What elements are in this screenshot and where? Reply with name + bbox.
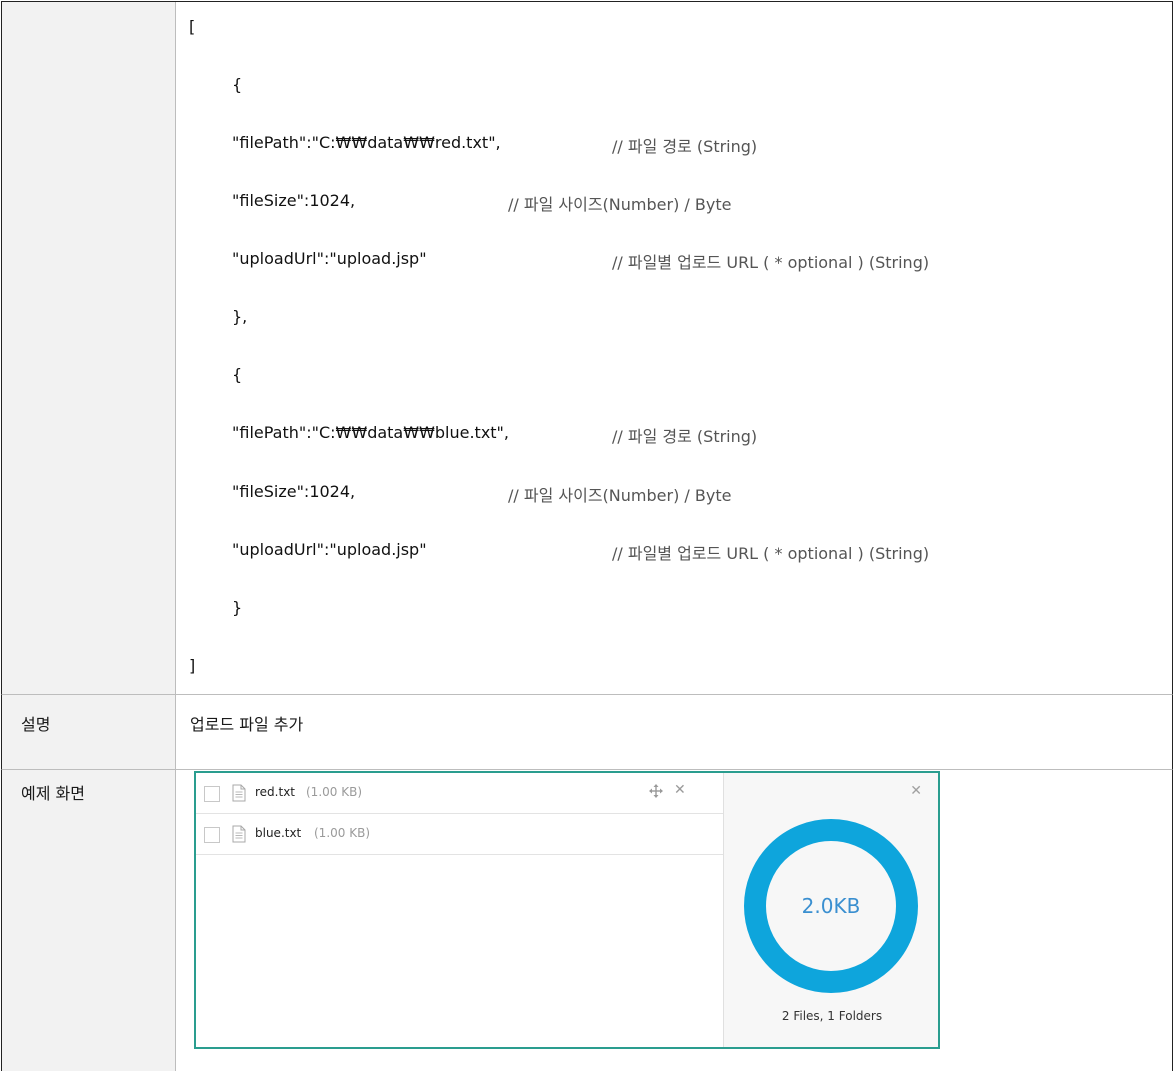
code-line: } [232, 598, 243, 617]
description-text: 업로드 파일 추가 [190, 715, 304, 734]
code-line: { [232, 75, 243, 94]
code-line: }, [232, 307, 248, 326]
code-row: [ { "filePath":"C:₩₩data₩₩red.txt", // 파… [1, 1, 1173, 694]
spec-table: [ { "filePath":"C:₩₩data₩₩red.txt", // 파… [1, 1, 1173, 1071]
code-comment: // 파일 사이즈(Number) / Byte [508, 195, 732, 214]
example-cell: red.txt (1.00 KB) ✕ blue.txt (1.00 KB) ✕… [176, 770, 1172, 1071]
file-size: (1.00 KB) [314, 826, 370, 840]
file-list: red.txt (1.00 KB) ✕ blue.txt (1.00 KB) [196, 773, 723, 1047]
code-line: "fileSize":1024, [232, 482, 356, 501]
description-row: 설명 업로드 파일 추가 [1, 694, 1173, 769]
example-label: 예제 화면 [21, 784, 85, 803]
document-icon [232, 784, 246, 802]
code-line: ] [189, 656, 196, 675]
file-count: 2 Files, 1 Folders [781, 1009, 883, 1023]
code-line: "uploadUrl":"upload.jsp" [232, 249, 427, 268]
upload-summary-panel: ✕ 2.0KB 2 Files, 1 Folders [723, 773, 938, 1047]
code-comment: // 파일 경로 (String) [612, 137, 758, 156]
code-line: [ [189, 17, 196, 36]
file-checkbox[interactable] [204, 786, 220, 802]
code-line: { [232, 365, 243, 384]
file-name: red.txt [255, 785, 295, 799]
file-row[interactable]: red.txt (1.00 KB) ✕ [196, 773, 723, 814]
total-size: 2.0KB [801, 894, 861, 918]
remove-file-icon[interactable]: ✕ [674, 782, 686, 798]
description-cell: 업로드 파일 추가 [176, 695, 1172, 769]
code-comment: // 파일별 업로드 URL ( * optional ) (String) [612, 544, 930, 563]
code-line: "filePath":"C:₩₩data₩₩red.txt", [232, 133, 501, 152]
code-comment: // 파일별 업로드 URL ( * optional ) (String) [612, 253, 930, 272]
move-icon[interactable] [649, 784, 663, 798]
file-checkbox[interactable] [204, 827, 220, 843]
code-line: "fileSize":1024, [232, 191, 356, 210]
example-label-cell: 예제 화면 [2, 770, 176, 1071]
code-line: "uploadUrl":"upload.jsp" [232, 540, 427, 559]
example-row: 예제 화면 red.txt (1.00 KB) ✕ blue.txt (1.00… [1, 769, 1173, 1071]
description-label-cell: 설명 [2, 695, 176, 769]
file-name: blue.txt [255, 826, 302, 840]
code-block: [ { "filePath":"C:₩₩data₩₩red.txt", // 파… [176, 2, 1172, 694]
file-size: (1.00 KB) [306, 785, 362, 799]
code-comment: // 파일 경로 (String) [612, 427, 758, 446]
file-uploader: red.txt (1.00 KB) ✕ blue.txt (1.00 KB) ✕… [194, 771, 940, 1049]
description-label: 설명 [21, 715, 51, 734]
code-label-cell [2, 2, 176, 694]
code-comment: // 파일 사이즈(Number) / Byte [508, 486, 732, 505]
code-line: "filePath":"C:₩₩data₩₩blue.txt", [232, 423, 509, 442]
document-icon [232, 825, 246, 843]
file-row[interactable]: blue.txt (1.00 KB) [196, 814, 723, 855]
close-icon[interactable]: ✕ [910, 783, 922, 799]
